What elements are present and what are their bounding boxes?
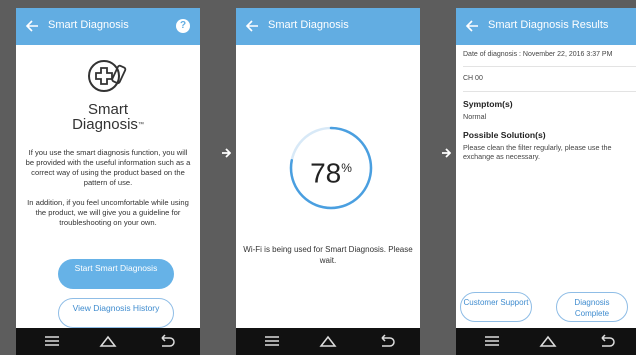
page-title: Smart Diagnosis Results — [488, 19, 609, 31]
start-smart-diagnosis-button[interactable]: Start Smart Diagnosis — [58, 259, 174, 289]
page-title: Smart Diagnosis — [48, 19, 129, 31]
menu-icon[interactable] — [42, 333, 62, 349]
flow-arrow-icon — [222, 148, 231, 158]
diagnosis-code: CH 00 — [463, 75, 483, 82]
symptom-heading: Symptom(s) — [463, 99, 513, 109]
back-icon[interactable] — [596, 333, 616, 349]
back-icon[interactable] — [376, 333, 396, 349]
diagnosis-date: Date of diagnosis : November 22, 2016 3:… — [463, 51, 613, 58]
home-icon[interactable] — [538, 333, 558, 349]
system-nav-bar — [236, 328, 420, 355]
progress-unit: % — [341, 161, 352, 175]
flow-arrow-icon — [442, 148, 451, 158]
solution-text: Please clean the filter regularly, pleas… — [463, 143, 612, 161]
smart-diagnosis-logo-icon — [88, 60, 127, 92]
app-bar: Smart Diagnosis ? — [16, 8, 200, 45]
view-diagnosis-history-button[interactable]: View Diagnosis History — [58, 298, 174, 328]
page-title: Smart Diagnosis — [268, 19, 349, 31]
back-icon[interactable] — [156, 333, 176, 349]
description-paragraph-2: In addition, if you feel uncomfortable w… — [27, 198, 189, 227]
screen-diagnosis-progress: Smart Diagnosis 78% Wi-Fi is being used … — [236, 8, 420, 355]
logo-text-line2: Diagnosis™ — [16, 117, 200, 133]
description-paragraph-1: If you use the smart diagnosis function,… — [25, 148, 191, 187]
home-icon[interactable] — [318, 333, 338, 349]
divider — [463, 91, 636, 92]
diagnosis-complete-button[interactable]: Diagnosis Complete — [556, 292, 628, 322]
divider — [463, 66, 636, 67]
help-icon[interactable]: ? — [176, 19, 190, 33]
home-icon[interactable] — [98, 333, 118, 349]
customer-support-button[interactable]: Customer Support — [460, 292, 532, 322]
trademark-symbol: ™ — [137, 122, 144, 129]
symptom-value: Normal — [463, 112, 487, 121]
screen-smart-diagnosis-intro: Smart Diagnosis ? Smart Diagnosis ™ If yo… — [16, 8, 200, 355]
app-bar: Smart Diagnosis — [236, 8, 420, 45]
back-arrow-icon[interactable] — [464, 17, 480, 35]
logo-text-diagnosis: Diagnosis — [72, 116, 138, 133]
app-bar: Smart Diagnosis Results — [456, 8, 636, 45]
back-arrow-icon[interactable] — [244, 17, 260, 35]
system-nav-bar — [456, 328, 636, 355]
solution-heading: Possible Solution(s) — [463, 130, 546, 140]
menu-icon[interactable] — [482, 333, 502, 349]
screen-diagnosis-results: Smart Diagnosis Results Date of diagnosi… — [456, 8, 636, 355]
progress-value: 78 — [310, 157, 342, 189]
progress-percentage: 78% — [288, 153, 374, 188]
menu-icon[interactable] — [262, 333, 282, 349]
back-arrow-icon[interactable] — [24, 17, 40, 35]
status-message: Wi-Fi is being used for Smart Diagnosis.… — [243, 245, 413, 265]
system-nav-bar — [16, 328, 200, 355]
